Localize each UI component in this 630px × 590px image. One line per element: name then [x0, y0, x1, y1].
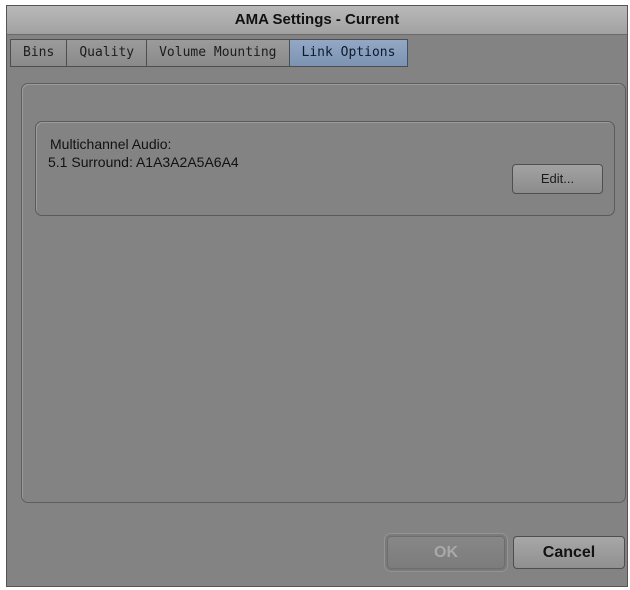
- ama-settings-window: AMA Settings - Current Bins Quality Volu…: [6, 5, 628, 587]
- multichannel-audio-label: Multichannel Audio:: [50, 136, 172, 152]
- tab-quality[interactable]: Quality: [66, 39, 147, 67]
- multichannel-audio-value: 5.1 Surround: A1A3A2A5A6A4: [48, 154, 239, 170]
- multichannel-audio-group: Multichannel Audio: 5.1 Surround: A1A3A2…: [35, 121, 615, 216]
- tab-link-options[interactable]: Link Options: [288, 39, 409, 67]
- cancel-button[interactable]: Cancel: [513, 536, 625, 569]
- ok-button[interactable]: OK: [387, 536, 505, 569]
- tab-bar: Bins Quality Volume Mounting Link Option…: [10, 39, 409, 67]
- edit-button[interactable]: Edit...: [512, 164, 603, 194]
- window-title: AMA Settings - Current: [7, 6, 627, 35]
- tab-volume-mounting[interactable]: Volume Mounting: [146, 39, 289, 67]
- tab-bins[interactable]: Bins: [10, 39, 67, 67]
- link-options-panel: Multichannel Audio: 5.1 Surround: A1A3A2…: [21, 83, 626, 503]
